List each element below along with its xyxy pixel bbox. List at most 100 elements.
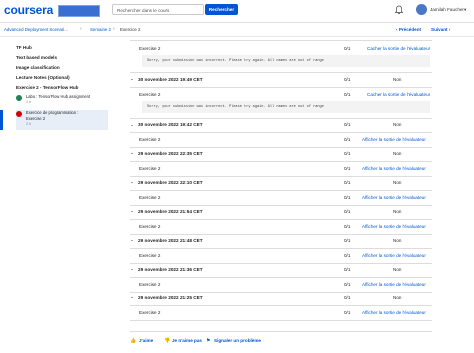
divider: [130, 72, 432, 73]
footer-divider: [130, 331, 432, 332]
submission-label: Exercise 2: [139, 92, 161, 97]
divider: [130, 305, 432, 306]
chevron-down-icon[interactable]: ⌄: [130, 294, 134, 300]
grader-output: Sorry, your submission was incorrect. Pl…: [142, 55, 430, 67]
submission-score: 0/1: [344, 282, 351, 287]
divider: [130, 234, 432, 235]
submission-score: 0/1: [344, 166, 351, 171]
chevron-right-icon: ›: [113, 26, 115, 32]
chevron-down-icon[interactable]: ⌄: [130, 266, 134, 272]
sidebar-sub-exercise[interactable]: Exercice de programmation : Exercise 2 2…: [0, 110, 108, 130]
submission-label: Exercise 2: [139, 195, 161, 200]
previous-link[interactable]: ‹ Précédent: [396, 27, 421, 32]
error-circle-icon: [16, 111, 22, 117]
divider: [130, 292, 432, 293]
chevron-down-icon[interactable]: ⌄: [130, 237, 134, 243]
chevron-down-icon[interactable]: ⌄: [130, 208, 134, 214]
attempt-score: 0/1: [344, 122, 351, 127]
submission-label: Exercise 2: [139, 166, 161, 171]
toggle-grader-output-link[interactable]: Afficher la sortie de l'évaluateur: [362, 137, 426, 142]
check-circle-icon: [16, 95, 22, 101]
sidebar-item-image-classification[interactable]: Image classification: [16, 65, 60, 70]
attempt-score: 0/1: [344, 295, 351, 300]
submission-label: Exercise 2: [139, 310, 161, 315]
sidebar-sub-exercise-type: Exercice de programmation :: [26, 110, 79, 115]
attempt-status: Non: [393, 295, 402, 300]
attempt-status: Non: [393, 238, 402, 243]
chevron-down-icon[interactable]: ⌄: [130, 150, 134, 156]
thumbs-down-icon[interactable]: 👎: [164, 338, 170, 344]
sidebar-sub-exercise-duration: 2 h: [26, 122, 32, 126]
divider: [130, 118, 432, 119]
toggle-grader-output-link[interactable]: Cacher la sortie de l'évaluateur: [367, 92, 430, 97]
divider: [130, 132, 432, 133]
attempt-status: Non: [393, 267, 402, 272]
breadcrumb-week[interactable]: Semaine 2: [90, 27, 111, 32]
toggle-grader-output-link[interactable]: Afficher la sortie de l'évaluateur: [362, 166, 426, 171]
breadcrumb: Advanced Deployment Scenari... › Semaine…: [0, 22, 474, 37]
attempt-status: Non: [393, 151, 402, 156]
report-problem-button[interactable]: Signaler un problème: [214, 338, 261, 343]
sidebar-sub-lab-title: Labo : TensorFlow Hub assignment: [26, 94, 91, 99]
sidebar-item-exercise-2[interactable]: Exercise 2 - TensorFlow Hub: [16, 85, 78, 90]
search-button[interactable]: Rechercher: [205, 4, 238, 15]
next-link[interactable]: Suivant ›: [431, 27, 450, 32]
divider: [130, 176, 432, 177]
sidebar-item-tf-hub[interactable]: TF Hub: [16, 45, 32, 50]
attempt-date: 29 novembre 2022 21:36 CET: [138, 267, 203, 272]
attempt-date: 29 novembre 2022 21:25 CET: [138, 295, 203, 300]
partner-logo[interactable]: [58, 5, 100, 17]
search-input[interactable]: Rechercher dans le cours: [112, 4, 204, 15]
chevron-right-icon: ›: [80, 26, 82, 32]
divider: [130, 190, 432, 191]
chevron-down-icon[interactable]: ⌄: [130, 179, 134, 185]
submission-score: 0/1: [344, 92, 351, 97]
divider: [130, 263, 432, 264]
attempt-score: 0/1: [344, 180, 351, 185]
toggle-grader-output-link[interactable]: Afficher la sortie de l'évaluateur: [362, 282, 426, 287]
attempt-status: Non: [393, 122, 402, 127]
toggle-grader-output-link[interactable]: Afficher la sortie de l'évaluateur: [362, 310, 426, 315]
chevron-down-icon[interactable]: ⌄: [130, 76, 134, 82]
grader-output: Sorry, your submission was incorrect. Pl…: [142, 101, 430, 113]
submission-label: Exercise 2: [139, 282, 161, 287]
attempt-score: 0/1: [344, 151, 351, 156]
submission-score: 0/1: [344, 46, 351, 51]
coursera-logo[interactable]: coursera: [4, 3, 53, 17]
submission-score: 0/1: [344, 137, 351, 142]
attempt-date: 29 novembre 2022 21:48 CET: [138, 238, 203, 243]
divider: [130, 87, 432, 88]
submission-score: 0/1: [344, 224, 351, 229]
user-name[interactable]: Jamilah Faucher: [430, 7, 464, 12]
sidebar-sub-lab-duration: 1 h: [26, 100, 32, 104]
sidebar-item-text-models[interactable]: Text based models: [16, 55, 57, 60]
divider: [130, 205, 432, 206]
sidebar-sub-exercise-title: Exercise 2: [26, 116, 46, 121]
attempt-status: Non: [393, 180, 402, 185]
attempt-status: Non: [393, 77, 402, 82]
chevron-down-icon[interactable]: ▾: [464, 7, 466, 13]
toggle-grader-output-link[interactable]: Afficher la sortie de l'évaluateur: [362, 195, 426, 200]
thumbs-up-icon[interactable]: 👍: [130, 338, 136, 344]
toggle-grader-output-link[interactable]: Afficher la sortie de l'évaluateur: [362, 224, 426, 229]
divider: [130, 320, 432, 321]
attempt-date: 30 novembre 2022 19:42 CET: [138, 122, 203, 127]
breadcrumb-current: Exercice 2: [120, 27, 141, 32]
avatar[interactable]: [416, 4, 427, 15]
previous-label: Précédent: [398, 27, 422, 32]
dislike-button[interactable]: Je n'aime pas: [172, 338, 202, 343]
bell-icon[interactable]: [394, 5, 404, 15]
submission-score: 0/1: [344, 310, 351, 315]
chevron-down-icon[interactable]: ⌄: [130, 122, 134, 128]
attempt-date: 30 novembre 2022 19:49 CET: [138, 77, 203, 82]
breadcrumb-course[interactable]: Advanced Deployment Scenari...: [4, 27, 68, 32]
divider: [130, 248, 432, 249]
like-button[interactable]: J'aime: [139, 338, 153, 343]
sidebar-item-lecture-notes[interactable]: Lecture Notes (Optional): [16, 75, 70, 80]
submission-label: Exercise 2: [139, 46, 161, 51]
toggle-grader-output-link[interactable]: Afficher la sortie de l'évaluateur: [362, 253, 426, 258]
divider: [130, 277, 432, 278]
toggle-grader-output-link[interactable]: Cacher la sortie de l'évaluateur: [367, 46, 430, 51]
sidebar-sub-lab[interactable]: Labo : TensorFlow Hub assignment 1 h: [16, 94, 108, 108]
flag-icon[interactable]: ⚑: [206, 338, 210, 344]
